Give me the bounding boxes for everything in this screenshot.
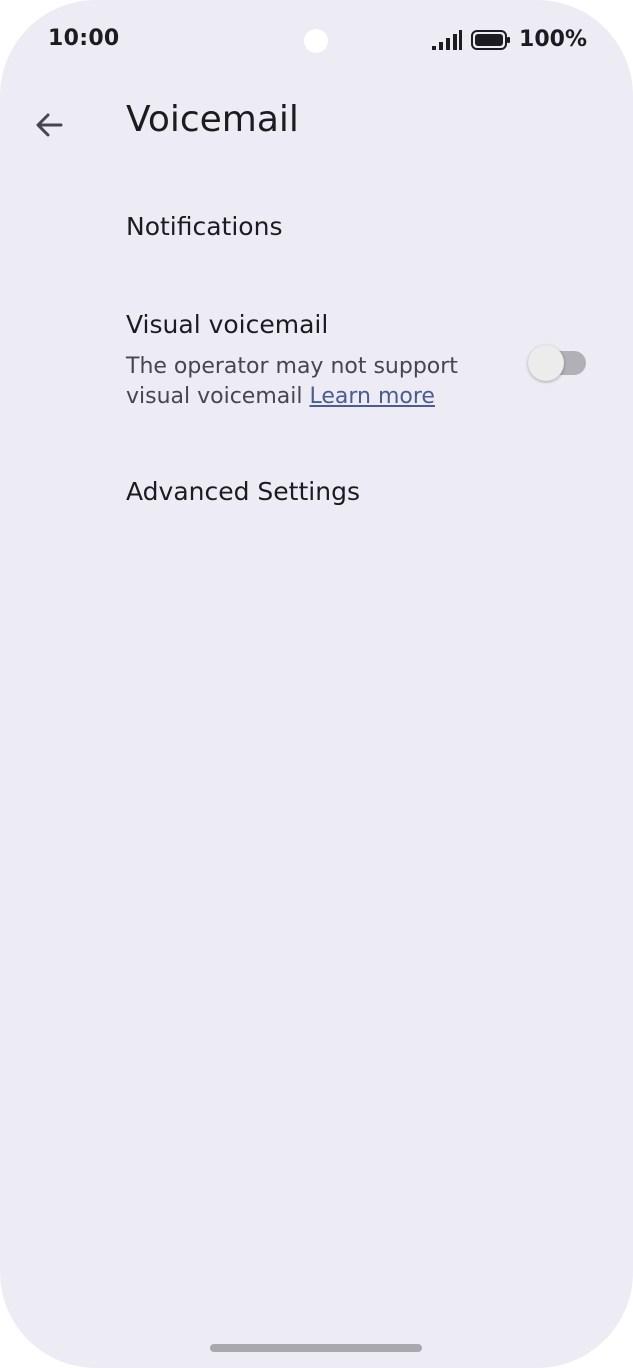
battery-icon [471, 29, 511, 50]
notifications-title: Notifications [126, 212, 283, 241]
advanced-settings-title: Advanced Settings [126, 477, 360, 506]
visual-voicemail-summary: The operator may not support visual voic… [126, 352, 496, 412]
status-time: 10:00 [48, 26, 120, 51]
signal-icon [432, 29, 463, 50]
page-title: Voicemail [126, 99, 299, 140]
home-indicator[interactable] [210, 1344, 422, 1352]
status-bar: 10:00 100% [0, 0, 633, 80]
battery-level: 100% [519, 27, 587, 52]
phone-screen: 10:00 100% Voicemail Notifications Visua… [0, 0, 633, 1368]
status-icons: 100% [431, 27, 587, 52]
notifications-item[interactable]: Notifications [0, 190, 633, 270]
front-camera [304, 29, 328, 53]
advanced-settings-item[interactable]: Advanced Settings [0, 455, 633, 535]
visual-voicemail-toggle[interactable] [528, 345, 586, 381]
toggle-thumb [528, 345, 564, 381]
arrow-back-icon [36, 113, 63, 137]
visual-voicemail-title: Visual voicemail [126, 310, 329, 339]
learn-more-link[interactable]: Learn more [309, 384, 434, 409]
back-button[interactable] [24, 100, 74, 150]
